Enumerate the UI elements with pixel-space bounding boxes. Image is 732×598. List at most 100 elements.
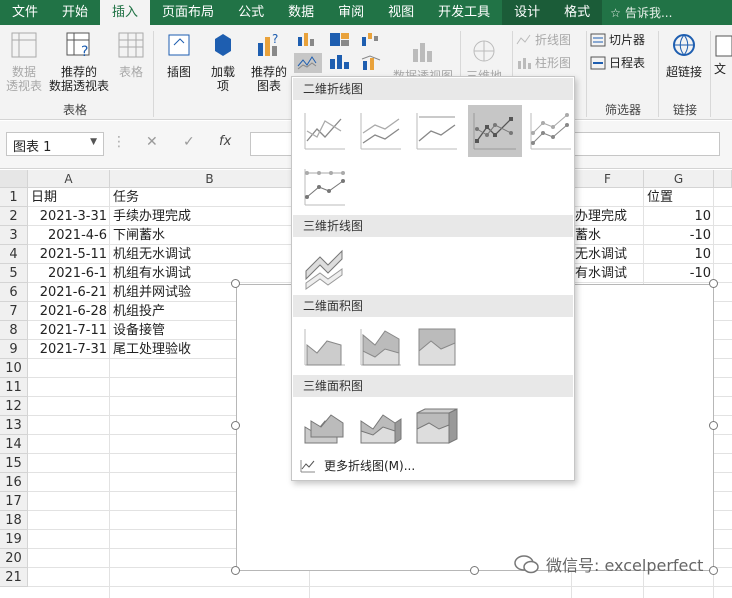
- chart-resize-handle[interactable]: [709, 566, 718, 575]
- table-cell[interactable]: 2021-4-6: [28, 226, 110, 245]
- line-chart-button[interactable]: [294, 53, 322, 73]
- row-header[interactable]: 2: [0, 207, 28, 226]
- table-cell[interactable]: 10: [644, 207, 714, 226]
- row-header[interactable]: 20: [0, 549, 28, 568]
- row-header[interactable]: 6: [0, 283, 28, 302]
- area-chart-option[interactable]: [300, 321, 350, 373]
- 3d-line-option[interactable]: [300, 241, 350, 293]
- row-header[interactable]: 21: [0, 568, 28, 587]
- row-header[interactable]: 11: [0, 378, 28, 397]
- chart-resize-handle[interactable]: [231, 279, 240, 288]
- slicer-button[interactable]: 切片器: [590, 33, 654, 47]
- table-cell[interactable]: 2021-6-28: [28, 302, 110, 321]
- recommended-charts-button[interactable]: ? 推荐的 图表: [246, 31, 292, 93]
- table-cell[interactable]: 日期: [28, 188, 110, 207]
- table-cell[interactable]: -10: [644, 226, 714, 245]
- row-header[interactable]: 13: [0, 416, 28, 435]
- column-header-h[interactable]: [714, 170, 732, 188]
- tab-formulas[interactable]: 公式: [226, 0, 276, 25]
- sparkline-line-button[interactable]: 折线图: [516, 33, 580, 47]
- tab-developer[interactable]: 开发工具: [426, 0, 502, 25]
- row-header[interactable]: 7: [0, 302, 28, 321]
- timeline-button[interactable]: 日程表: [590, 56, 654, 70]
- stacked-line-chart-option[interactable]: [356, 105, 406, 157]
- table-cell[interactable]: 任务: [110, 188, 310, 207]
- tab-data[interactable]: 数据: [276, 0, 326, 25]
- row-header[interactable]: 10: [0, 359, 28, 378]
- 100pct-line-markers-option[interactable]: [300, 161, 350, 213]
- column-chart-button[interactable]: [294, 31, 322, 50]
- row-header[interactable]: 19: [0, 530, 28, 549]
- table-cell[interactable]: 下闸蓄水: [110, 226, 310, 245]
- 100pct-stacked-line-option[interactable]: [412, 105, 462, 157]
- column-header-a[interactable]: A: [28, 170, 110, 188]
- 3d-stacked-area-option[interactable]: [356, 401, 406, 453]
- table-cell[interactable]: 机组无水调试: [110, 245, 310, 264]
- tell-me-search[interactable]: ☆ 告诉我...: [602, 4, 672, 21]
- row-header[interactable]: 18: [0, 511, 28, 530]
- select-all-corner[interactable]: [0, 170, 28, 188]
- table-cell[interactable]: 2021-7-11: [28, 321, 110, 340]
- tab-format[interactable]: 格式: [552, 0, 603, 25]
- more-line-charts[interactable]: 更多折线图(M)...: [300, 457, 415, 474]
- tab-view[interactable]: 视图: [376, 0, 426, 25]
- tab-design[interactable]: 设计: [502, 0, 553, 25]
- table-cell[interactable]: 2021-7-31: [28, 340, 110, 359]
- row-header[interactable]: 8: [0, 321, 28, 340]
- 100pct-area-option[interactable]: [412, 321, 462, 373]
- table-cell[interactable]: 有水调试: [572, 264, 644, 283]
- function-icon[interactable]: fx: [219, 134, 231, 149]
- column-header-f[interactable]: F: [572, 170, 644, 188]
- column-header-g[interactable]: G: [644, 170, 714, 188]
- chart-resize-handle[interactable]: [709, 421, 718, 430]
- row-header[interactable]: 15: [0, 454, 28, 473]
- tab-insert[interactable]: 插入: [100, 0, 151, 25]
- row-header[interactable]: 4: [0, 245, 28, 264]
- table-cell[interactable]: 2021-6-21: [28, 283, 110, 302]
- tab-page-layout[interactable]: 页面布局: [150, 0, 226, 25]
- row-header[interactable]: 9: [0, 340, 28, 359]
- table-cell[interactable]: 10: [644, 245, 714, 264]
- waterfall-chart-button[interactable]: [358, 31, 386, 50]
- illustrations-button[interactable]: 插图: [160, 31, 198, 79]
- table-cell[interactable]: 蓄水: [572, 226, 644, 245]
- hierarchy-chart-button[interactable]: [326, 31, 354, 50]
- stat-chart-button[interactable]: [326, 53, 354, 74]
- 3d-100pct-area-option[interactable]: [412, 401, 462, 453]
- row-header[interactable]: 12: [0, 397, 28, 416]
- text-button[interactable]: 文: [714, 33, 732, 76]
- tab-home[interactable]: 开始: [50, 0, 100, 25]
- table-cell[interactable]: 办理完成: [572, 207, 644, 226]
- table-cell[interactable]: 机组有水调试: [110, 264, 310, 283]
- table-button[interactable]: 表格: [114, 31, 148, 79]
- recommended-pivot-button[interactable]: ? 推荐的 数据透视表: [48, 31, 110, 93]
- chart-resize-handle[interactable]: [231, 421, 240, 430]
- row-header[interactable]: 1: [0, 188, 28, 207]
- stacked-area-option[interactable]: [356, 321, 406, 373]
- cancel-icon[interactable]: ✕: [146, 134, 158, 150]
- table-cell[interactable]: 无水调试: [572, 245, 644, 264]
- row-header[interactable]: 5: [0, 264, 28, 283]
- stacked-line-markers-option[interactable]: [526, 105, 576, 157]
- enter-icon[interactable]: ✓: [183, 134, 195, 150]
- name-box[interactable]: 图表 1 ▼: [6, 132, 104, 156]
- line-chart-option[interactable]: [300, 105, 350, 157]
- hyperlink-button[interactable]: 超链接: [662, 33, 706, 79]
- chart-resize-handle[interactable]: [470, 566, 479, 575]
- tab-file[interactable]: 文件: [0, 0, 50, 25]
- row-header[interactable]: 3: [0, 226, 28, 245]
- row-header[interactable]: 17: [0, 492, 28, 511]
- table-cell[interactable]: 2021-6-1: [28, 264, 110, 283]
- table-cell[interactable]: -10: [644, 264, 714, 283]
- line-with-markers-option[interactable]: [468, 105, 522, 157]
- table-cell[interactable]: [572, 188, 644, 207]
- table-cell[interactable]: 位置: [644, 188, 714, 207]
- row-header[interactable]: 16: [0, 473, 28, 492]
- pivot-table-button[interactable]: 数据 透视表: [2, 31, 46, 93]
- table-cell[interactable]: 2021-5-11: [28, 245, 110, 264]
- chart-resize-handle[interactable]: [709, 279, 718, 288]
- chart-resize-handle[interactable]: [231, 566, 240, 575]
- addins-button[interactable]: 加载 项: [204, 31, 242, 93]
- tab-review[interactable]: 审阅: [326, 0, 376, 25]
- 3d-area-option[interactable]: [300, 401, 350, 453]
